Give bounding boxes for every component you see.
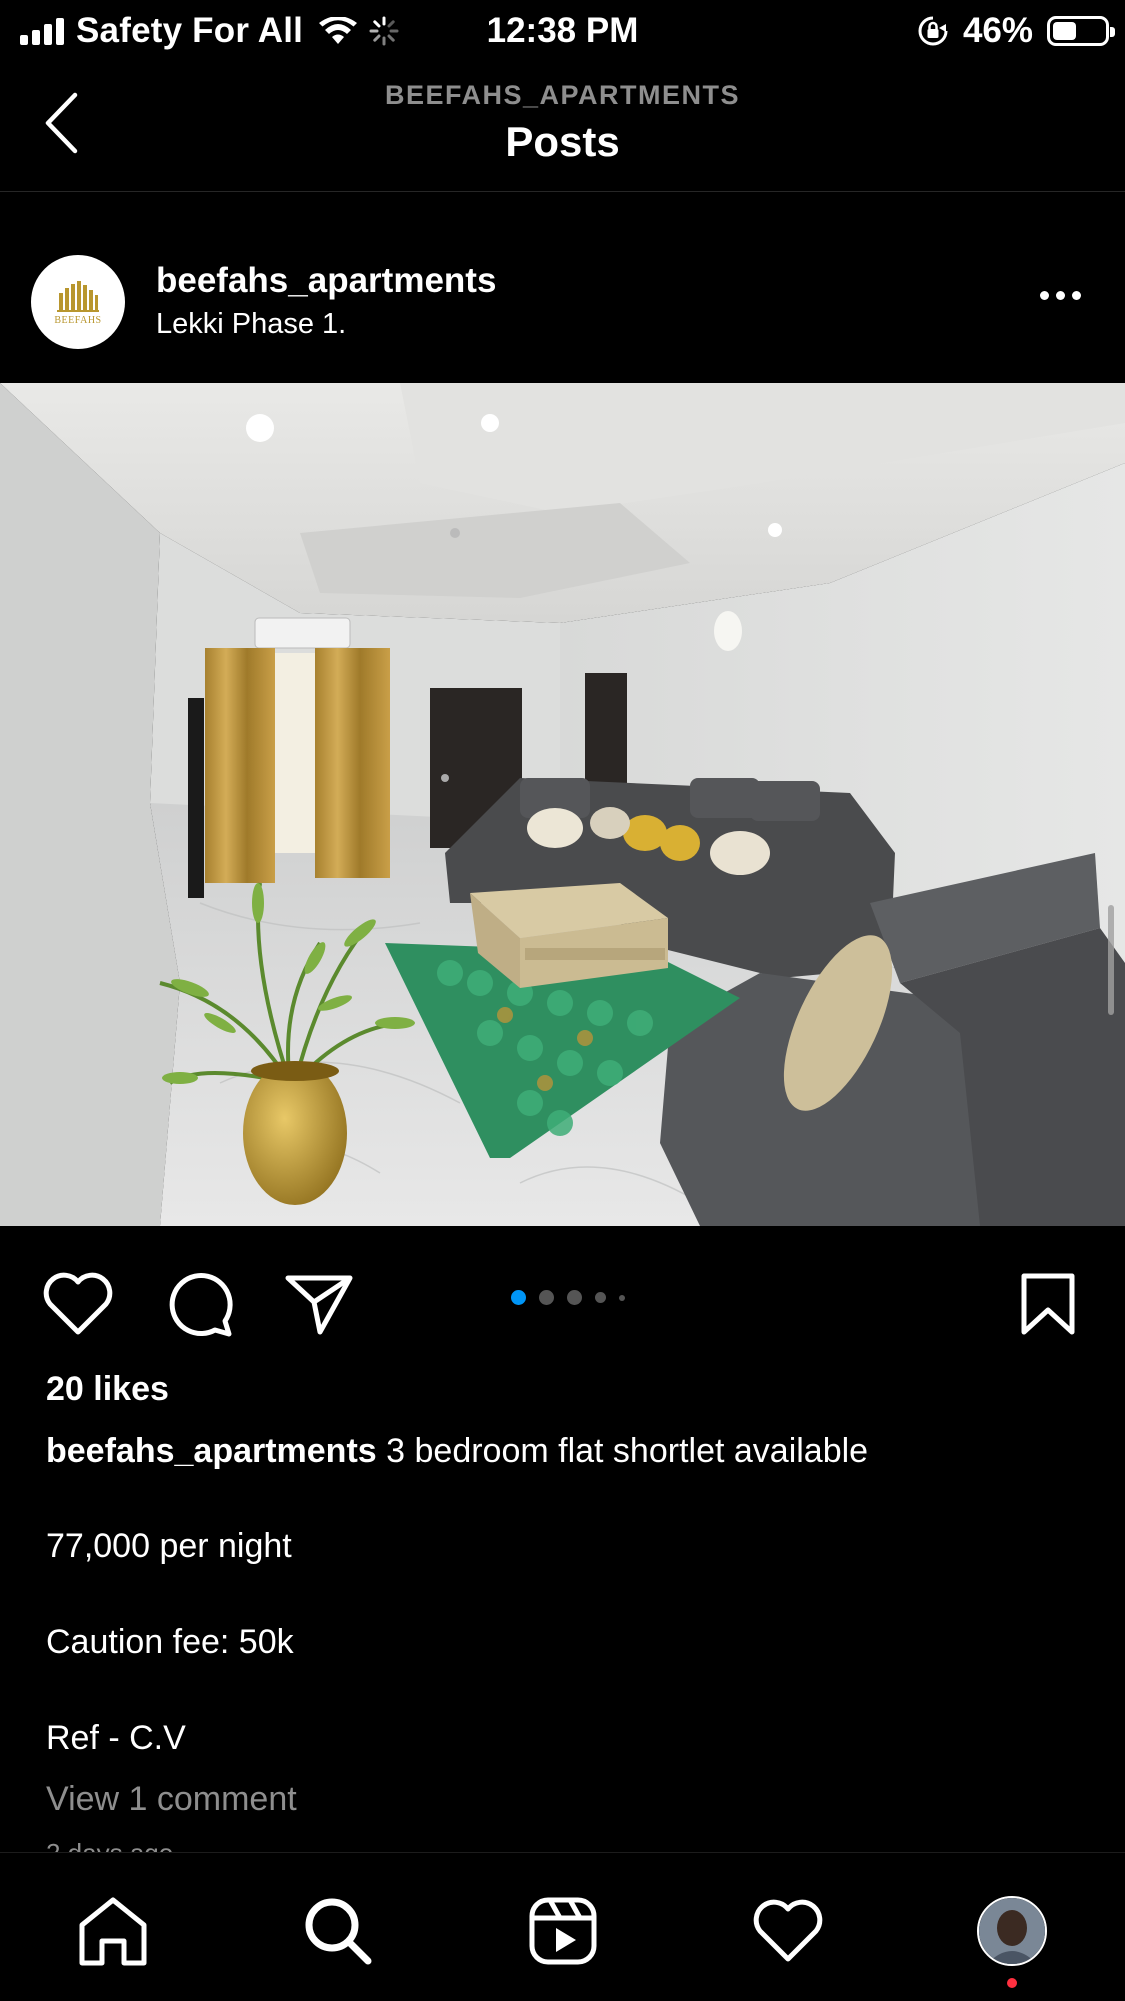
tab-profile[interactable] bbox=[972, 1891, 1052, 1971]
tab-reels[interactable] bbox=[523, 1891, 603, 1971]
carousel-dot bbox=[566, 1290, 582, 1305]
battery-fill bbox=[1053, 22, 1076, 40]
caption-price: 77,000 per night bbox=[46, 1527, 292, 1565]
account-subtitle: BEEFAHS_APARTMENTS bbox=[384, 80, 741, 110]
tab-home[interactable] bbox=[73, 1891, 153, 1971]
caption-ref: Ref - C.V bbox=[46, 1719, 186, 1757]
page-title: Posts bbox=[505, 118, 620, 165]
living-room-photo bbox=[0, 383, 1125, 1226]
carousel-indicator bbox=[0, 1290, 1125, 1305]
caption-caution-fee: Caution fee: 50k bbox=[46, 1623, 294, 1661]
rotation-lock-icon bbox=[918, 16, 948, 46]
like-count[interactable]: 20 likes bbox=[46, 1370, 169, 1409]
view-comments-link[interactable]: View 1 comment bbox=[46, 1780, 297, 1819]
signal-icon bbox=[20, 17, 64, 45]
caption-text: 3 bedroom flat shortlet available bbox=[386, 1432, 869, 1470]
carousel-dot bbox=[594, 1292, 606, 1303]
status-time: 12:38 PM bbox=[486, 11, 639, 50]
activity-heart-icon bbox=[753, 1899, 823, 1962]
avatar-logo-text: BEEFAHS bbox=[54, 314, 102, 326]
nav-header: BEEFAHS_APARTMENTS Posts bbox=[0, 62, 1125, 192]
post-username[interactable]: beefahs_apartments bbox=[156, 261, 496, 301]
status-right: 46% bbox=[917, 10, 1115, 52]
reels-icon bbox=[529, 1897, 597, 1965]
post-location[interactable]: Lekki Phase 1. bbox=[156, 308, 346, 341]
status-bar: Safety For All 12:38 PM 46% bbox=[0, 0, 1125, 62]
post-caption: beefahs_apartments 3 bedroom flat shortl… bbox=[46, 1430, 1086, 1472]
profile-photo bbox=[979, 1898, 1045, 1964]
carousel-dot bbox=[538, 1290, 554, 1305]
more-options-button[interactable] bbox=[1040, 291, 1081, 300]
post-image[interactable] bbox=[0, 383, 1125, 1226]
more-horizontal-icon bbox=[1040, 291, 1049, 300]
status-left: Safety For All bbox=[20, 10, 399, 52]
scroll-indicator[interactable] bbox=[1108, 905, 1114, 1015]
tab-search[interactable] bbox=[298, 1891, 378, 1971]
battery-percent: 46% bbox=[962, 11, 1033, 50]
tab-activity[interactable] bbox=[748, 1891, 828, 1971]
caption-username[interactable]: beefahs_apartments bbox=[46, 1432, 377, 1470]
carrier-name: Safety For All bbox=[76, 11, 304, 50]
building-logo-icon bbox=[57, 280, 99, 312]
profile-avatar bbox=[977, 1896, 1047, 1966]
carousel-dot-active bbox=[510, 1290, 526, 1305]
post-timestamp: 2 days ago bbox=[46, 1836, 173, 1852]
bottom-tab-bar bbox=[0, 1852, 1125, 2001]
search-icon bbox=[305, 1898, 372, 1965]
home-icon bbox=[79, 1897, 147, 1966]
account-avatar[interactable]: BEEFAHS bbox=[31, 255, 125, 349]
activity-spinner-icon bbox=[369, 16, 399, 46]
battery-icon bbox=[1047, 16, 1115, 46]
carousel-dot bbox=[618, 1294, 625, 1301]
post-header: BEEFAHS beefahs_apartments Lekki Phase 1… bbox=[0, 193, 1125, 383]
notification-dot bbox=[1007, 1978, 1017, 1988]
wifi-icon bbox=[319, 17, 358, 44]
